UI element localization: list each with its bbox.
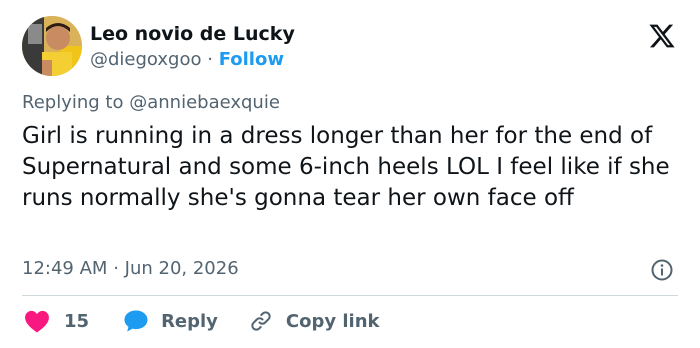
- reply-label: Reply: [161, 310, 218, 332]
- action-bar: 15 Reply Copy link: [24, 308, 380, 334]
- replying-prefix: Replying to: [22, 92, 124, 113]
- handle-separator: ·: [207, 49, 213, 70]
- x-logo-icon[interactable]: [648, 22, 676, 50]
- reply-context: Replying to @anniebaexquie: [22, 92, 280, 113]
- heart-icon: [25, 310, 49, 333]
- divider: [22, 295, 678, 296]
- follow-button[interactable]: Follow: [219, 49, 284, 70]
- like-count: 15: [64, 310, 90, 332]
- avatar[interactable]: [22, 16, 82, 76]
- author-display-name[interactable]: Leo novio de Lucky: [90, 21, 295, 47]
- avatar-image: [22, 16, 82, 76]
- timestamp-separator: ·: [113, 258, 119, 279]
- author-handle[interactable]: @diegoxgoo: [90, 49, 202, 70]
- tweet-timestamp[interactable]: 12:49 AM · Jun 20, 2026: [22, 258, 239, 279]
- tweet-text: Girl is running in a dress longer than h…: [22, 123, 670, 211]
- author-info: Leo novio de Lucky @diegoxgoo · Follow: [90, 21, 295, 73]
- author-handle-line: @diegoxgoo · Follow: [90, 47, 295, 73]
- tweet-header: Leo novio de Lucky @diegoxgoo · Follow: [22, 16, 682, 76]
- link-icon: [251, 311, 271, 331]
- tweet-time: 12:49 AM: [22, 258, 108, 279]
- replying-mention[interactable]: @anniebaexquie: [129, 92, 280, 113]
- info-icon[interactable]: [650, 258, 674, 282]
- reply-button[interactable]: Reply: [123, 309, 218, 333]
- copy-link-label: Copy link: [285, 310, 380, 332]
- copy-link-button[interactable]: Copy link: [248, 309, 380, 333]
- tweet-date: Jun 20, 2026: [124, 258, 239, 279]
- like-button[interactable]: 15: [24, 309, 89, 333]
- speech-bubble-icon: [124, 310, 148, 332]
